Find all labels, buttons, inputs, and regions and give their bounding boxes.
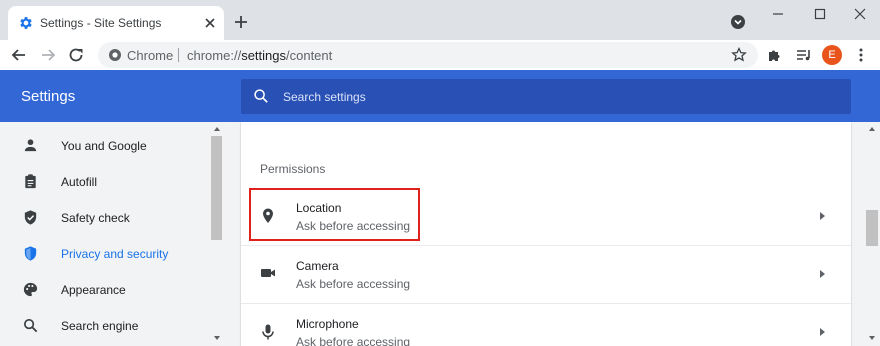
page-title: Settings (21, 88, 76, 105)
sidebar-scroll-up-icon[interactable] (214, 127, 220, 131)
location-highlight-box (249, 188, 420, 241)
palette-icon (23, 282, 38, 297)
permission-status: Ask before accessing (296, 335, 411, 346)
sidebar-item-label: Search engine (61, 319, 139, 333)
active-tab[interactable]: Settings - Site Settings (8, 6, 224, 40)
sidebar-item-you-and-google[interactable]: You and Google (0, 128, 210, 164)
address-bar[interactable]: Chrome chrome://settings/content (98, 42, 758, 68)
media-queue-icon[interactable] (795, 46, 813, 64)
tab-strip: Settings - Site Settings (0, 0, 880, 40)
minimize-icon[interactable] (768, 6, 788, 22)
url-host: settings (241, 48, 286, 63)
chevron-right-icon (820, 270, 825, 278)
search-icon (23, 318, 38, 333)
sidebar-item-safety-check[interactable]: Safety check (0, 200, 210, 236)
window-close-icon[interactable] (850, 5, 870, 23)
chevron-right-icon (820, 212, 825, 220)
search-input[interactable] (283, 87, 823, 107)
section-title-permissions: Permissions (260, 162, 326, 176)
page-scrollbar-thumb[interactable] (866, 210, 878, 246)
omnibox-separator (178, 48, 179, 62)
chevron-right-icon (820, 328, 825, 336)
sidebar-item-label: Autofill (61, 175, 98, 189)
permission-row-camera[interactable]: Camera Ask before accessing (241, 246, 851, 304)
sidebar-item-privacy-and-security[interactable]: Privacy and security (0, 236, 210, 272)
forward-arrow-icon[interactable] (39, 46, 57, 64)
shield-icon (24, 246, 37, 261)
settings-header: Settings (0, 70, 880, 122)
person-icon (24, 139, 37, 152)
clipboard-icon (25, 174, 36, 189)
sidebar-item-label: Safety check (61, 211, 130, 225)
sidebar-item-label: You and Google (61, 139, 147, 153)
permission-status: Ask before accessing (296, 277, 411, 291)
search-icon (254, 89, 268, 103)
new-tab-plus-icon[interactable] (232, 13, 250, 31)
back-arrow-icon[interactable] (10, 46, 28, 64)
url-path: /content (286, 48, 333, 63)
reload-icon[interactable] (67, 46, 85, 64)
tab-close-icon[interactable] (202, 15, 218, 31)
shield-check-icon (24, 210, 37, 225)
tab-search-icon[interactable] (730, 14, 746, 30)
permission-name: Microphone (296, 317, 359, 331)
sidebar-item-appearance[interactable]: Appearance (0, 272, 210, 308)
permission-row-microphone[interactable]: Microphone Ask before accessing (241, 304, 851, 346)
page-scroll-up-icon[interactable] (869, 127, 875, 131)
tab-title: Settings - Site Settings (40, 16, 162, 30)
sidebar-item-label: Appearance (61, 283, 126, 297)
url-scheme: chrome:// (187, 48, 242, 63)
maximize-icon[interactable] (810, 6, 830, 22)
sidebar-item-autofill[interactable]: Autofill (0, 164, 210, 200)
browser-toolbar: Chrome chrome://settings/content E (0, 40, 880, 70)
camera-icon (261, 269, 275, 277)
sidebar-scrollbar-thumb[interactable] (211, 136, 222, 240)
settings-body: You and Google Autofill Safety check Pri… (0, 122, 880, 346)
site-chip-label: Chrome (127, 48, 174, 63)
chrome-site-icon (109, 49, 121, 61)
more-menu-icon[interactable] (852, 46, 870, 64)
settings-search-box[interactable] (241, 79, 851, 114)
browser-window: Settings - Site Settings Chrome chrome:/… (0, 0, 880, 346)
sidebar-nav: You and Google Autofill Safety check Pri… (0, 122, 210, 346)
page-scroll-down-icon[interactable] (869, 336, 875, 340)
url-text[interactable]: chrome://settings/content (187, 48, 332, 63)
permission-name: Camera (296, 259, 339, 273)
settings-gear-icon (20, 17, 32, 29)
sidebar-item-label: Privacy and security (61, 247, 169, 261)
extensions-puzzle-icon[interactable] (766, 46, 784, 64)
sidebar-scroll-down-icon[interactable] (214, 336, 220, 340)
bookmark-star-icon[interactable] (730, 46, 748, 64)
profile-avatar[interactable]: E (822, 45, 842, 65)
microphone-icon (262, 324, 274, 340)
sidebar-item-search-engine[interactable]: Search engine (0, 308, 210, 344)
